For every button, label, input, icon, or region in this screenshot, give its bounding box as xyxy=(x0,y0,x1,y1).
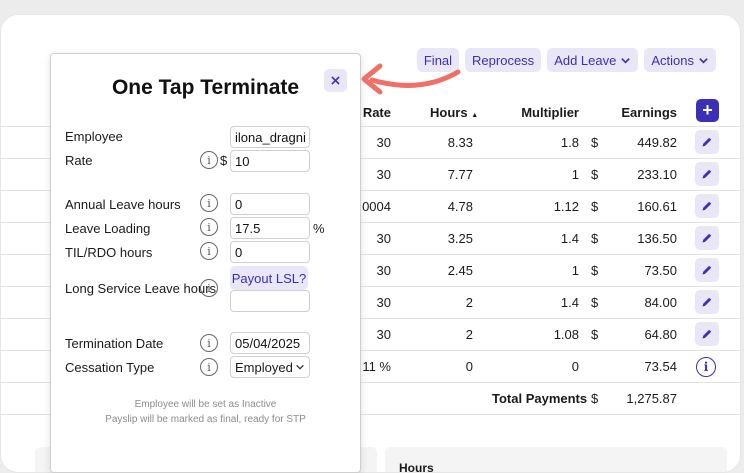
leave-loading-info-icon[interactable]: i xyxy=(200,218,218,236)
annual-leave-info-icon[interactable]: i xyxy=(200,194,218,212)
til-field[interactable]: 0 xyxy=(230,241,310,263)
currency-symbol: $ xyxy=(591,295,599,310)
leave-loading-label: Leave Loading xyxy=(65,221,151,236)
employee-field[interactable]: ilona_dragni xyxy=(230,126,310,148)
edit-row-button[interactable] xyxy=(695,162,719,186)
currency-symbol: $ xyxy=(591,135,599,150)
pencil-icon xyxy=(702,297,712,307)
chevron-down-icon xyxy=(699,57,708,64)
multiplier-cell: 0 xyxy=(571,359,579,374)
earnings-cell: 449.82 xyxy=(637,135,677,150)
earnings-cell: 73.54 xyxy=(644,359,677,374)
termination-date-label: Termination Date xyxy=(65,336,164,351)
edit-row-button[interactable] xyxy=(695,322,719,346)
one-tap-terminate-dialog: One Tap Terminate Employee ilona_dragni … xyxy=(50,53,361,473)
multiplier-cell: 1.08 xyxy=(553,327,579,342)
annotation-arrow xyxy=(361,63,461,95)
edit-row-button[interactable] xyxy=(695,130,719,154)
pencil-icon xyxy=(702,329,712,339)
plus-icon: + xyxy=(702,100,713,120)
currency-symbol: $ xyxy=(591,327,599,342)
close-icon xyxy=(331,76,340,85)
currency-symbol: $ xyxy=(591,391,599,406)
hours-cell: 2 xyxy=(465,327,473,342)
pencil-icon xyxy=(702,201,712,211)
add-leave-label: Add Leave xyxy=(554,52,617,68)
hours-cell: 7.77 xyxy=(447,167,473,182)
termination-date-info-icon[interactable]: i xyxy=(200,334,218,352)
earnings-cell: 136.50 xyxy=(637,231,677,246)
annual-leave-label: Annual Leave hours xyxy=(65,197,181,212)
multiplier-cell: 1 xyxy=(571,167,579,182)
rate-info-icon[interactable]: i xyxy=(200,151,218,169)
close-dialog-button[interactable] xyxy=(324,69,347,92)
add-leave-button[interactable]: Add Leave xyxy=(547,48,639,72)
lsl-label: Long Service Leave hours xyxy=(65,281,217,296)
earnings-cell: 64.80 xyxy=(644,327,677,342)
multiplier-cell: 1.12 xyxy=(553,199,579,214)
earnings-header[interactable]: Earnings xyxy=(601,105,677,120)
hours-cell: 0 xyxy=(465,359,473,374)
cessation-type-info-icon[interactable]: i xyxy=(200,358,218,376)
leave-loading-field[interactable]: 17.5 xyxy=(230,217,310,239)
final-payslip-note: Payslip will be marked as final, ready f… xyxy=(105,414,306,425)
add-line-button[interactable]: + xyxy=(696,99,719,122)
currency-symbol: $ xyxy=(591,231,599,246)
pencil-icon xyxy=(702,233,712,243)
edit-row-button[interactable] xyxy=(695,194,719,218)
currency-symbol: $ xyxy=(591,263,599,278)
cessation-type-label: Cessation Type xyxy=(65,360,155,375)
edit-row-button[interactable] xyxy=(695,290,719,314)
cessation-type-select[interactable]: Employed xyxy=(230,356,310,378)
inactive-note: Employee will be set as Inactive xyxy=(134,399,277,410)
rate-currency: $ xyxy=(220,153,228,168)
actions-button[interactable]: Actions xyxy=(644,48,716,72)
pencil-icon xyxy=(702,137,712,147)
til-label: TIL/RDO hours xyxy=(65,245,153,260)
hours-cell: 2 xyxy=(465,295,473,310)
earnings-cell: 84.00 xyxy=(644,295,677,310)
hours-cell: 3.25 xyxy=(447,231,473,246)
bottom-panel-right: Hours xyxy=(385,447,727,473)
employee-label: Employee xyxy=(65,129,123,144)
earnings-cell: 160.61 xyxy=(637,199,677,214)
multiplier-header[interactable]: Multiplier xyxy=(499,105,579,120)
earnings-cell: 233.10 xyxy=(637,167,677,182)
total-label: Total Payments xyxy=(492,391,588,406)
chevron-down-icon xyxy=(296,364,304,370)
multiplier-cell: 1 xyxy=(571,263,579,278)
hours-cell: 4.78 xyxy=(447,199,473,214)
dialog-title: One Tap Terminate xyxy=(111,76,300,99)
cessation-type-value: Employed xyxy=(235,359,293,375)
currency-symbol: $ xyxy=(591,199,599,214)
hours-cell: 2.45 xyxy=(447,263,473,278)
chevron-down-icon xyxy=(621,57,631,64)
til-info-icon[interactable]: i xyxy=(200,242,218,260)
annual-leave-field[interactable]: 0 xyxy=(230,193,310,215)
sort-asc-icon: ▲ xyxy=(471,112,479,119)
multiplier-cell: 1.4 xyxy=(560,231,579,246)
pencil-icon xyxy=(702,265,712,275)
rate-label: Rate xyxy=(65,153,93,168)
leave-loading-unit: % xyxy=(313,221,325,236)
termination-date-field[interactable]: 05/04/2025 xyxy=(230,332,310,354)
payout-lsl-button[interactable]: Payout LSL? xyxy=(230,266,308,290)
pencil-icon xyxy=(702,169,712,179)
multiplier-cell: 1.4 xyxy=(560,295,579,310)
edit-row-button[interactable] xyxy=(695,258,719,282)
info-icon[interactable]: i xyxy=(696,357,716,377)
edit-row-button[interactable] xyxy=(695,226,719,250)
hours-cell: 8.33 xyxy=(447,135,473,150)
multiplier-cell: 1.8 xyxy=(560,135,579,150)
rate-field[interactable]: 10 xyxy=(230,150,310,172)
actions-label: Actions xyxy=(651,52,694,68)
lsl-field[interactable] xyxy=(230,290,310,312)
reprocess-button[interactable]: Reprocess xyxy=(465,48,542,72)
currency-symbol: $ xyxy=(591,167,599,182)
total-value: 1,275.87 xyxy=(626,391,677,406)
earnings-cell: 73.50 xyxy=(644,263,677,278)
lsl-info-icon[interactable]: i xyxy=(200,279,218,297)
hours-panel-header: Hours xyxy=(399,461,434,473)
